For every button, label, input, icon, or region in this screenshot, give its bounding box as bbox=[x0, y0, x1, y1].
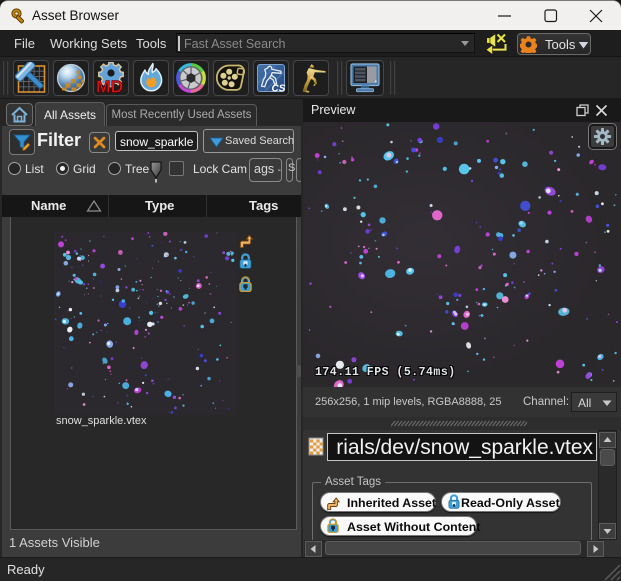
svg-text:MD: MD bbox=[96, 77, 123, 95]
svg-text:CS: CS bbox=[272, 84, 286, 95]
